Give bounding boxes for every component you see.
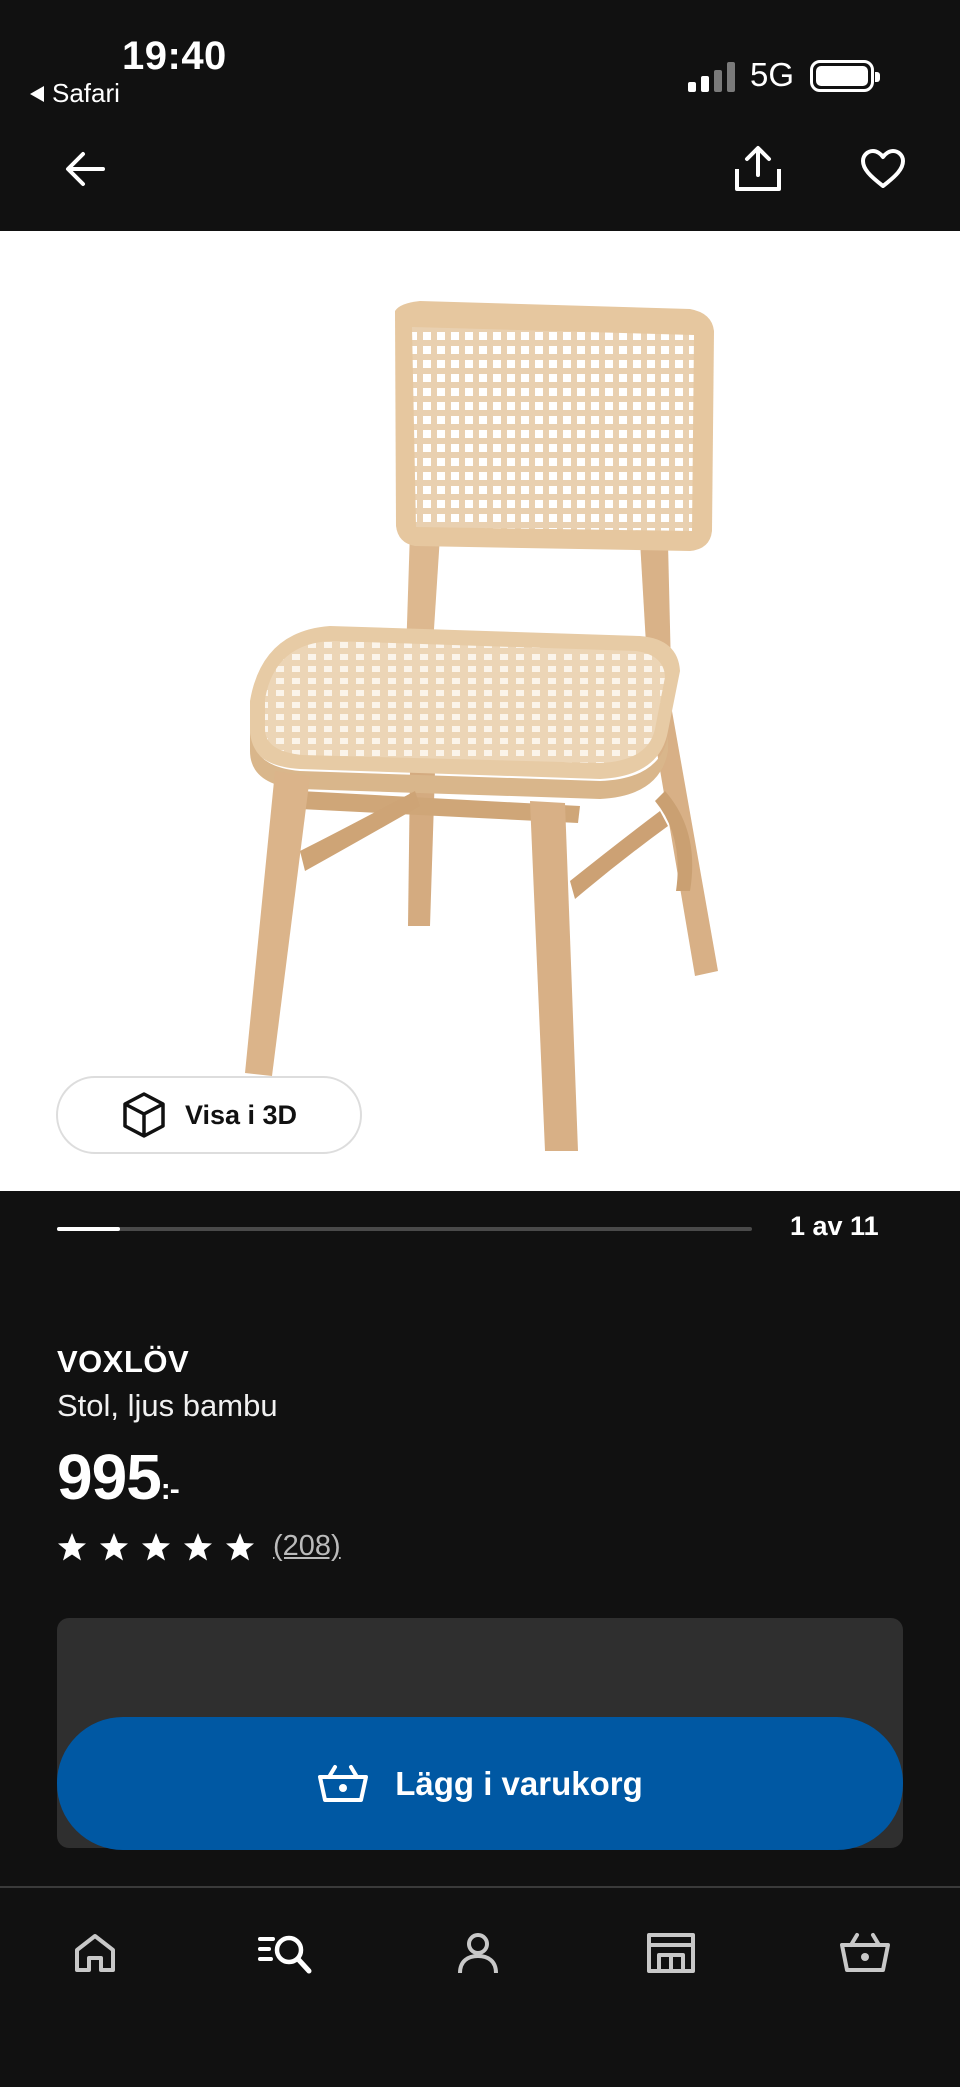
carousel-progress-fill [57, 1227, 121, 1231]
view-in-3d-label: Visa i 3D [184, 1099, 298, 1130]
tab-cart[interactable] [830, 1918, 900, 1988]
star-icon [58, 1532, 86, 1560]
add-to-cart-button[interactable]: Lägg i varukorg [57, 1717, 903, 1850]
product-name: VOXLÖV [57, 1344, 190, 1379]
product-rating[interactable]: (208) [57, 1530, 341, 1563]
home-icon [75, 1934, 115, 1972]
back-triangle-icon [30, 85, 44, 102]
rating-stars [57, 1532, 255, 1562]
cube-icon [123, 1092, 165, 1138]
bottom-tab-bar [0, 1886, 960, 2087]
basket-icon [318, 1764, 369, 1802]
favorite-button[interactable] [848, 134, 918, 204]
price-value: 995 [57, 1441, 162, 1513]
search-list-icon [258, 1935, 312, 1974]
signal-icon [688, 62, 735, 92]
star-icon [184, 1532, 212, 1560]
back-to-safari[interactable]: Safari [30, 78, 120, 109]
share-icon [735, 146, 781, 191]
star-icon [100, 1532, 128, 1560]
tab-store[interactable] [636, 1918, 706, 1988]
profile-icon [458, 1933, 498, 1974]
status-time: 19:40 [122, 34, 227, 78]
carousel-counter: 1 av 11 [790, 1211, 879, 1241]
carousel-progress: 1 av 11 [0, 1191, 960, 1271]
back-app-label: Safari [52, 78, 120, 108]
cart-icon [840, 1933, 890, 1972]
top-nav [0, 120, 960, 231]
tab-profile[interactable] [443, 1918, 513, 1988]
tab-home[interactable] [60, 1918, 130, 1988]
back-button[interactable] [50, 134, 120, 204]
review-count-link[interactable]: (208) [273, 1530, 341, 1563]
view-in-3d-button[interactable]: Visa i 3D [56, 1076, 362, 1154]
product-description: Stol, ljus bambu [57, 1388, 278, 1423]
product-image-chair [245, 301, 718, 1151]
star-icon [142, 1532, 170, 1560]
store-icon [647, 1933, 695, 1973]
arrow-left-icon [66, 152, 105, 186]
carousel-progress-track [57, 1227, 752, 1231]
network-type: 5G [750, 56, 795, 93]
status-bar: 19:40 Safari 5G [0, 0, 960, 120]
product-image-carousel[interactable]: Visa i 3D [0, 231, 960, 1191]
share-button[interactable] [723, 134, 793, 204]
price-suffix: :- [160, 1473, 180, 1506]
add-to-cart-label: Lägg i varukorg [395, 1764, 643, 1802]
battery-icon [810, 60, 880, 92]
product-price: 995:- [57, 1440, 180, 1514]
heart-icon [861, 149, 905, 188]
star-icon [226, 1532, 254, 1560]
tab-search[interactable] [250, 1918, 320, 1988]
